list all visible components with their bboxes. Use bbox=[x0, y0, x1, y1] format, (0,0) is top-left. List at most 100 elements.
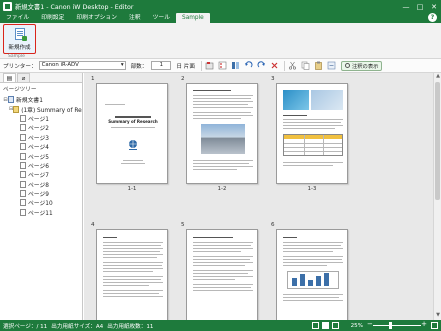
thumbnail-view-button[interactable] bbox=[321, 322, 329, 329]
tree-item-label: ページ9 bbox=[28, 192, 49, 199]
tab-file[interactable]: ファイル bbox=[0, 13, 35, 23]
tab-sample[interactable]: Sample bbox=[176, 13, 210, 23]
new-document-button[interactable]: 新規作成 bbox=[3, 24, 36, 54]
settings-icon[interactable] bbox=[327, 61, 337, 71]
page-icon bbox=[20, 114, 26, 122]
scroll-down-icon[interactable]: ▼ bbox=[434, 312, 441, 320]
page-sheet bbox=[186, 83, 258, 184]
tree-item-label: ページ4 bbox=[28, 145, 49, 152]
page-icon bbox=[20, 199, 26, 207]
pane-tabs: ▤ ⌀ bbox=[0, 73, 82, 83]
cut-icon[interactable] bbox=[288, 61, 298, 71]
tree-item[interactable]: ページ3 bbox=[0, 133, 82, 142]
staple-icon[interactable] bbox=[205, 61, 215, 71]
copies-stepper[interactable]: 1 bbox=[151, 61, 172, 70]
tree-item[interactable]: ⊟ 新規文書1 bbox=[0, 95, 82, 104]
zoom-out-icon[interactable]: − bbox=[367, 320, 373, 328]
layout-icon[interactable] bbox=[231, 61, 241, 71]
close-button[interactable]: ✕ bbox=[427, 0, 441, 13]
duplex-select[interactable]: 日 片面 bbox=[176, 62, 195, 70]
page-title-text: Summary of Research bbox=[108, 119, 158, 124]
sky-photo bbox=[311, 90, 343, 110]
page-caption: 1-2 bbox=[217, 186, 227, 192]
printer-select[interactable]: Canon iR-ADV bbox=[38, 61, 126, 70]
redo-icon[interactable] bbox=[257, 61, 267, 71]
tree-item-label: ページ3 bbox=[28, 135, 49, 142]
zoom-knob[interactable] bbox=[388, 322, 392, 329]
status-bar: 選択ページ：/ 11 出力用紙サイズ：A4 出力用紙枚数：11 25% − + bbox=[0, 320, 441, 331]
page-icon bbox=[20, 133, 26, 141]
fit-page-button[interactable] bbox=[431, 322, 438, 329]
tree-item-label: ページ2 bbox=[28, 126, 49, 133]
menu-bar: ファイル 印刷設定 印刷オプション 注釈 ツール Sample ? bbox=[0, 13, 441, 23]
tab-print-settings[interactable]: 印刷設定 bbox=[35, 13, 70, 23]
tree-item-label: ページ1 bbox=[28, 116, 49, 123]
delete-icon[interactable] bbox=[270, 61, 280, 71]
tree-item-label: ページ6 bbox=[28, 163, 49, 170]
print-toolbar: プリンター： Canon iR-ADV 部数： 1 日 片面 注釈の表示 bbox=[0, 59, 441, 73]
page-sheet bbox=[276, 229, 348, 320]
page-icon bbox=[20, 208, 26, 216]
tree-item[interactable]: ページ6 bbox=[0, 161, 82, 170]
page-icon bbox=[20, 152, 26, 160]
ribbon: 新規作成 Sample bbox=[0, 23, 441, 59]
book-icon bbox=[8, 96, 14, 104]
undo-icon[interactable] bbox=[244, 61, 254, 71]
new-document-label: 新規作成 bbox=[8, 45, 31, 51]
zoom-in-icon[interactable]: + bbox=[421, 320, 427, 328]
tree-item[interactable]: ページ11 bbox=[0, 208, 82, 217]
tab-print-options[interactable]: 印刷オプション bbox=[70, 13, 123, 23]
zoom-slider[interactable]: − + bbox=[367, 320, 427, 329]
tree-item[interactable]: ページ5 bbox=[0, 151, 82, 161]
copy-icon[interactable] bbox=[301, 61, 311, 71]
page-sheet bbox=[186, 229, 258, 320]
maximize-button[interactable]: □ bbox=[413, 0, 427, 13]
tree-item[interactable]: ページ8 bbox=[0, 180, 82, 189]
tab-attachments[interactable]: ⌀ bbox=[17, 73, 30, 82]
selected-page-status: 選択ページ：/ 11 bbox=[3, 323, 48, 330]
page-number: 2 bbox=[181, 76, 185, 82]
paste-icon[interactable] bbox=[314, 61, 324, 71]
tab-page-tree[interactable]: ▤ bbox=[3, 73, 16, 82]
chart-box bbox=[287, 271, 339, 289]
page-icon bbox=[20, 180, 26, 188]
tree-item[interactable]: ページ10 bbox=[0, 198, 82, 207]
tree-item[interactable]: ページ4 bbox=[0, 142, 82, 151]
tree-item[interactable]: ページ9 bbox=[0, 189, 82, 198]
show-annotation-button[interactable]: 注釈の表示 bbox=[340, 60, 383, 71]
new-document-icon bbox=[14, 28, 27, 41]
ocean-photo bbox=[283, 90, 309, 110]
page-view-button[interactable] bbox=[331, 322, 339, 329]
punch-icon[interactable] bbox=[218, 61, 228, 71]
building-photo bbox=[201, 124, 245, 154]
title-bar: 新規文書1 - Canon iW Desktop - Editor — □ ✕ bbox=[0, 0, 441, 13]
toolbar-separator bbox=[283, 60, 285, 71]
tree-item[interactable]: ページ1 bbox=[0, 114, 82, 123]
tree-item[interactable]: ページ2 bbox=[0, 123, 82, 132]
zoom-level: 25% bbox=[350, 322, 363, 329]
output-sheets-status: 出力用紙枚数：11 bbox=[107, 323, 154, 330]
help-icon[interactable]: ? bbox=[428, 13, 437, 22]
tree-item[interactable]: ページ7 bbox=[0, 170, 82, 179]
page-sheet: Summary of Research bbox=[96, 83, 168, 184]
tab-annotation[interactable]: 注釈 bbox=[123, 13, 147, 23]
vertical-scrollbar[interactable]: ▲ ▼ bbox=[433, 73, 441, 320]
scroll-up-icon[interactable]: ▲ bbox=[434, 73, 441, 81]
clip-icon: ⌀ bbox=[21, 74, 26, 82]
tree-item[interactable]: ⊟(1章) Summary of Research bbox=[0, 104, 82, 114]
minimize-button[interactable]: — bbox=[399, 0, 413, 13]
page-number: 3 bbox=[271, 76, 275, 82]
tab-tools[interactable]: ツール bbox=[147, 13, 176, 23]
tree-item-label: ページ5 bbox=[28, 154, 49, 161]
page-tree-title: ページツリー bbox=[3, 87, 37, 93]
page-preview-area: 1 Summary of Research 1-1 2 1-2 3 1-3 4 … bbox=[84, 73, 433, 320]
window-title: 新規文書1 - Canon iW Desktop - Editor bbox=[15, 4, 134, 11]
tree-item-label: ページ11 bbox=[28, 210, 53, 217]
scroll-thumb[interactable] bbox=[435, 82, 440, 200]
single-view-button[interactable] bbox=[311, 322, 319, 329]
page-tree: ⊟新規文書1⊟(1章) Summary of Research ページ1 ページ2 ペ… bbox=[0, 95, 82, 217]
app-icon bbox=[3, 2, 12, 11]
page-icon bbox=[20, 143, 26, 151]
tree-item-label: ページ10 bbox=[28, 201, 53, 208]
page-sheet bbox=[96, 229, 168, 320]
